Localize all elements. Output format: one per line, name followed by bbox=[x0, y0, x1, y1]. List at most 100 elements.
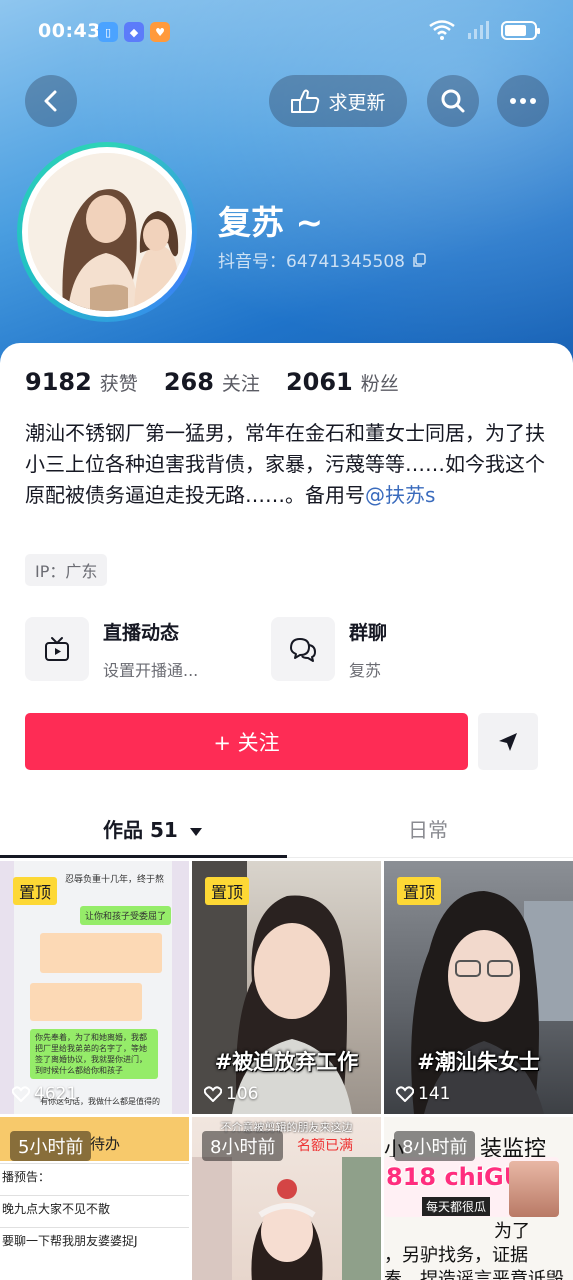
copy-icon[interactable] bbox=[411, 252, 427, 268]
douyin-id-text: 抖音号：64741345508 bbox=[218, 252, 405, 272]
ip-location-tag: IP：广东 bbox=[25, 554, 108, 586]
post-thumbnail-1[interactable]: 忍辱负重十几年，终于熬 让你和孩子受委屈了 你先奉着，为了和她离婚，我都把厂里给… bbox=[0, 861, 189, 1114]
status-time: 00:43 bbox=[38, 20, 101, 42]
post-time-badge: 5小时前 bbox=[10, 1131, 92, 1161]
status-bar: 00:43 ▯ ◆ ♥ bbox=[0, 0, 573, 66]
stat-likes[interactable]: 9182 获赞 bbox=[25, 368, 138, 396]
chat-icon-box bbox=[271, 617, 335, 681]
status-right-group bbox=[429, 20, 540, 40]
ad-person bbox=[509, 1161, 559, 1217]
heart-outline-icon bbox=[12, 1086, 30, 1102]
bio-mention-link[interactable]: @扶苏s bbox=[365, 483, 435, 507]
pinned-badge: 置顶 bbox=[13, 877, 58, 905]
post-likes: 4621 bbox=[12, 1084, 77, 1104]
search-button[interactable] bbox=[427, 75, 479, 127]
more-options-button[interactable] bbox=[497, 75, 549, 127]
pointing-hand-icon bbox=[291, 89, 320, 113]
content-tabs: 作品 51 日常 bbox=[0, 800, 573, 858]
douyin-id[interactable]: 抖音号：64741345508 bbox=[218, 247, 427, 272]
tv-icon-box bbox=[25, 617, 89, 681]
profile-stats: 9182 获赞 268 关注 2061 粉丝 bbox=[25, 368, 399, 396]
avatar-illustration bbox=[28, 153, 186, 311]
heart-outline-icon bbox=[204, 1086, 222, 1102]
bio-text: 潮汕不锈钢厂第一猛男，常年在金石和董女士同居，为了扶小三上位各种迫害我背债，家暴… bbox=[25, 421, 545, 507]
shield-icon: ◆ bbox=[124, 22, 144, 42]
post-thumbnail-2[interactable]: 置顶 #被迫放弃工作 106 bbox=[192, 861, 381, 1114]
todo-title: 待办 bbox=[90, 1135, 121, 1153]
profile-bio: 潮汕不锈钢厂第一猛男，常年在金石和董女士同居，为了扶小三上位各种迫害我背债，家暴… bbox=[25, 418, 555, 511]
follow-button[interactable]: + 关注 bbox=[25, 713, 468, 770]
chat-bubble-right: 让你和孩子受委屈了 bbox=[80, 906, 172, 925]
send-icon bbox=[499, 732, 517, 751]
pinned-badge: 置顶 bbox=[205, 877, 250, 905]
works-grid: 忍辱负重十几年，终于熬 让你和孩子受委屈了 你先奉着，为了和她离婚，我都把厂里给… bbox=[0, 861, 573, 1280]
group-chat-entry[interactable]: 群聊 复苏 bbox=[271, 617, 387, 681]
group-chat-subtitle: 复苏 bbox=[349, 660, 382, 680]
pinned-badge: 置顶 bbox=[397, 877, 442, 905]
group-chat-icon bbox=[290, 638, 316, 662]
post-caption: #潮汕朱女士 bbox=[417, 1050, 540, 1074]
stat-following[interactable]: 268 关注 bbox=[164, 368, 260, 396]
battery-level bbox=[505, 24, 526, 36]
live-updates-title: 直播动态 bbox=[103, 621, 180, 644]
follow-label: + 关注 bbox=[213, 730, 280, 755]
todo-item: 晚九点大家不见不散 bbox=[0, 1195, 189, 1221]
post-likes-count: 106 bbox=[226, 1084, 259, 1104]
post-likes-count: 4621 bbox=[34, 1084, 78, 1104]
back-button[interactable] bbox=[25, 75, 77, 127]
chat-bubble-left: 你先奉着，为了和她离婚，我都把厂里给我弟弟的名字了，等她签了离婚协议，我就娶你进… bbox=[30, 1029, 158, 1079]
post-likes-count: 141 bbox=[418, 1084, 451, 1104]
post-thumbnail-6[interactable]: 小 装监控 818 chiGUA 每天都很瓜 为了 ，另驴找务，证据 奏，捏造谣… bbox=[384, 1117, 573, 1280]
avatar-image bbox=[28, 153, 186, 311]
ad-slogan: 每天都很瓜 bbox=[422, 1197, 491, 1216]
chat-header-text: 忍辱负重十几年，终于熬 bbox=[65, 875, 165, 885]
more-dots-icon bbox=[510, 98, 536, 104]
bottom-text-3: 奏，捏造谣言恶意诋毁 bbox=[384, 1269, 564, 1280]
chat-card-1 bbox=[40, 933, 162, 973]
battery-icon bbox=[501, 20, 540, 40]
stat-followers-label: 粉丝 bbox=[360, 373, 399, 395]
stat-likes-label: 获赞 bbox=[99, 373, 138, 395]
request-update-label: 求更新 bbox=[328, 91, 386, 114]
stat-following-label: 关注 bbox=[221, 373, 260, 395]
live-updates-subtitle: 设置开播通... bbox=[103, 660, 199, 680]
post-time-badge: 8小时前 bbox=[394, 1131, 476, 1161]
post-thumbnail-5[interactable]: 不介意被剪辑的朋友来这边 名额已满 8小时前 bbox=[192, 1117, 381, 1280]
avatar bbox=[22, 147, 192, 317]
heart-outline-icon bbox=[396, 1086, 414, 1102]
post-thumbnail-4[interactable]: 待办 播预告： 晚九点大家不见不散 要聊一下帮我朋友婆婆捉J 5小时前 bbox=[0, 1117, 189, 1280]
heart-icon: ♥ bbox=[150, 22, 170, 42]
share-button[interactable] bbox=[478, 713, 538, 770]
search-icon bbox=[441, 89, 465, 113]
profile-nickname: 复苏 ~ bbox=[218, 203, 324, 242]
bottom-text-2: ，另驴找务，证据 bbox=[384, 1245, 528, 1266]
tab-daily[interactable]: 日常 bbox=[408, 814, 448, 843]
stat-followers[interactable]: 2061 粉丝 bbox=[286, 368, 399, 396]
stat-followers-value: 2061 bbox=[285, 368, 353, 396]
status-app-icons: ▯ ◆ ♥ bbox=[98, 22, 170, 42]
todo-item: 播预告： bbox=[0, 1163, 189, 1189]
todo-item: 要聊一下帮我朋友婆婆捉J bbox=[0, 1227, 189, 1253]
live-updates-entry[interactable]: 直播动态 设置开播通... bbox=[25, 617, 198, 681]
tab-active-indicator bbox=[0, 855, 287, 858]
bottom-text-1: 为了 bbox=[494, 1221, 530, 1242]
tv-icon bbox=[45, 637, 69, 661]
signal-icon bbox=[468, 21, 489, 39]
overlay-text-secondary: 名额已满 bbox=[297, 1138, 353, 1154]
chat-card-2 bbox=[30, 983, 142, 1021]
request-update-button[interactable]: 求更新 bbox=[269, 75, 407, 127]
book-icon: ▯ bbox=[98, 22, 118, 42]
caret-down-icon bbox=[189, 827, 202, 836]
tab-works[interactable]: 作品 51 bbox=[103, 814, 203, 843]
post-caption: #被迫放弃工作 bbox=[214, 1050, 359, 1074]
stat-likes-value: 9182 bbox=[25, 368, 92, 396]
post-thumbnail-3[interactable]: 置顶 #潮汕朱女士 141 bbox=[384, 861, 573, 1114]
stat-following-value: 268 bbox=[163, 368, 214, 396]
post-likes: 141 bbox=[396, 1084, 450, 1104]
avatar-ring[interactable] bbox=[17, 142, 197, 322]
group-chat-title: 群聊 bbox=[349, 621, 388, 644]
post-likes: 106 bbox=[204, 1084, 258, 1104]
wifi-icon bbox=[429, 20, 455, 40]
chevron-left-icon bbox=[44, 90, 57, 112]
tab-works-label: 作品 51 bbox=[103, 818, 178, 842]
